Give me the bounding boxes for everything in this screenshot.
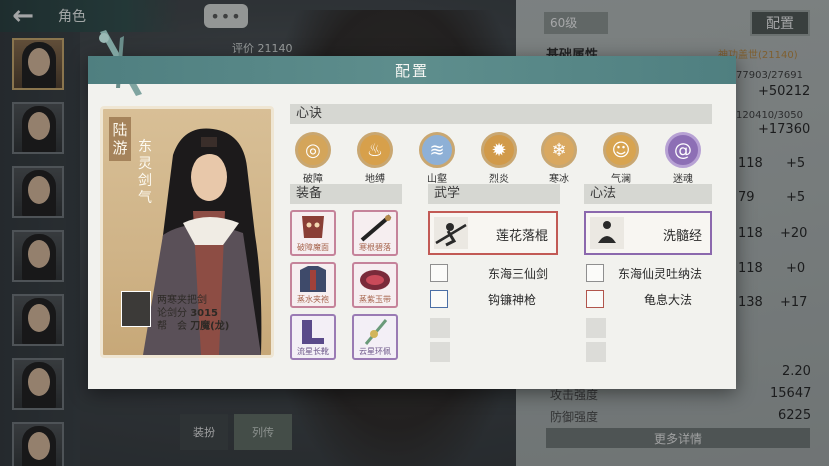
character-card: 陆游 东灵剑气 两寒夹把剑 论剑分 3015 帮 会 刀魔(龙): [100, 106, 274, 358]
fire-icon: ✹: [481, 132, 517, 168]
mind-skill[interactable]: ☺ 气澜: [596, 132, 646, 185]
section-martial: 武学: [428, 184, 560, 204]
section-method: 心法: [584, 184, 712, 204]
character-name: 陆游: [109, 117, 131, 161]
method-main-slot[interactable]: 洗髓经: [584, 211, 712, 255]
robe-icon: [300, 266, 326, 292]
equipment-slot-pendant[interactable]: 云星环佩: [352, 314, 398, 360]
equipment-slot-mask[interactable]: 破障魔面: [290, 210, 336, 256]
equipment-slot-boots[interactable]: 流星长靴: [290, 314, 336, 360]
guild-label: 帮 会: [157, 321, 187, 332]
equipment-slot-robe[interactable]: 蒸水夹袍: [290, 262, 336, 308]
spiral-icon: @: [665, 132, 701, 168]
guild-value: 刀魔(龙): [190, 321, 230, 332]
staff-icon: [360, 214, 392, 242]
player-avatar: [121, 291, 151, 327]
belt-icon: [360, 270, 390, 290]
pendant-icon: [364, 319, 388, 345]
flame-icon: ♨: [357, 132, 393, 168]
martial-main-label: 莲花落棍: [495, 229, 548, 244]
breathing-icon: [586, 264, 604, 282]
martial-item[interactable]: 钩镰神枪: [430, 290, 560, 310]
mind-skill[interactable]: ≋ 山壑: [412, 132, 462, 185]
boots-icon: [302, 320, 324, 344]
staff-fighter-icon: [434, 217, 468, 249]
mind-skill[interactable]: ✹ 烈炎: [474, 132, 524, 185]
mind-skill[interactable]: ♨ 地缚: [350, 132, 400, 185]
section-mind: 心诀: [290, 104, 712, 124]
mind-skill[interactable]: @ 迷魂: [658, 132, 708, 185]
config-modal: 配置 陆游 东灵剑气 两寒夹把剑 论剑分 3015 帮 会 刀魔(龙) 心诀 ◎…: [88, 30, 736, 389]
wave-icon: ≋: [419, 132, 455, 168]
empty-martial-slot[interactable]: [430, 342, 450, 362]
method-item[interactable]: 龟息大法: [586, 290, 716, 310]
sword-fighter-icon: [430, 264, 448, 282]
martial-item[interactable]: 东海三仙剑: [430, 264, 560, 284]
character-title: 东灵剑气: [138, 139, 152, 206]
method-item[interactable]: 东海仙灵吐纳法: [586, 264, 716, 284]
empty-method-slot[interactable]: [586, 318, 606, 338]
martial-main-slot[interactable]: 莲花落棍: [428, 211, 558, 255]
method-main-label: 洗髓经: [662, 229, 702, 244]
spear-fighter-icon: [430, 290, 448, 308]
character-info-line: 帮 会 刀魔(龙): [157, 317, 229, 332]
character-info: 两寒夹把剑 论剑分 3015 帮 会 刀魔(龙): [121, 291, 271, 351]
meditation-icon: [590, 217, 624, 249]
equipment-slot-staff[interactable]: 寒根碧落: [352, 210, 398, 256]
mask-icon: [302, 216, 324, 238]
mind-skill[interactable]: ◎ 破障: [288, 132, 338, 185]
empty-martial-slot[interactable]: [430, 318, 450, 338]
figure-icon: ☺: [603, 132, 639, 168]
snowflake-icon: ❄: [541, 132, 577, 168]
modal-title: 配置: [88, 56, 736, 84]
swirl-icon: ◎: [295, 132, 331, 168]
empty-method-slot[interactable]: [586, 342, 606, 362]
turtle-breath-icon: [586, 290, 604, 308]
section-equipment: 装备: [290, 184, 402, 204]
mind-skill[interactable]: ❄ 寒冰: [534, 132, 584, 185]
equipment-slot-belt[interactable]: 蒸紫玉带: [352, 262, 398, 308]
